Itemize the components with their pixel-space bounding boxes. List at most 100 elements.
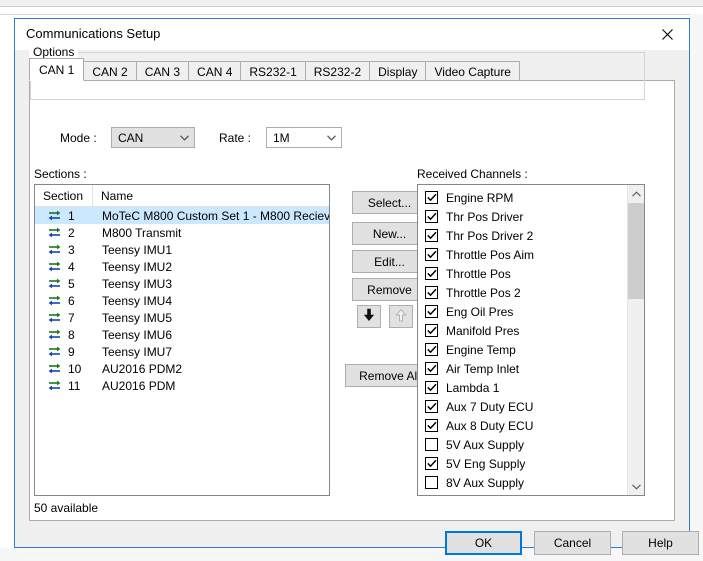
close-icon[interactable]: [645, 19, 689, 49]
checkbox-checked-icon[interactable]: [425, 362, 438, 375]
section-number-cell: 7: [68, 310, 75, 325]
checkbox-checked-icon[interactable]: [425, 381, 438, 394]
list-item[interactable]: Throttle Pos Aim: [418, 245, 626, 264]
scrollbar-thumb[interactable]: [628, 203, 644, 299]
bidirectional-transfer-icon: [35, 294, 65, 307]
channel-label: Manifold Pres: [446, 323, 520, 338]
list-item[interactable]: Eng Oil Pres: [418, 302, 626, 321]
checkbox-checked-icon[interactable]: [425, 286, 438, 299]
tab-can-1[interactable]: CAN 1: [29, 58, 85, 81]
select-button[interactable]: Select...: [352, 191, 427, 214]
list-item[interactable]: Aux 8 Duty ECU: [418, 416, 626, 435]
sections-header-row: Section Name: [35, 185, 329, 207]
table-row[interactable]: 11 AU2016 PDM: [35, 377, 329, 394]
table-row[interactable]: 2 M800 Transmit: [35, 224, 329, 241]
channel-label: 5V Eng Supply: [446, 456, 526, 471]
tab-can-4[interactable]: CAN 4: [188, 61, 242, 81]
channels-scrollbar[interactable]: [627, 185, 644, 495]
title-bar: Communications Setup: [15, 19, 689, 50]
help-button[interactable]: Help: [622, 531, 699, 555]
tab-display[interactable]: Display: [369, 61, 427, 81]
bidirectional-transfer-icon: [35, 243, 65, 256]
sections-label: Sections :: [34, 167, 87, 181]
tab-rs232-1[interactable]: RS232-1: [240, 61, 306, 81]
checkbox-checked-icon[interactable]: [425, 400, 438, 413]
edit-button[interactable]: Edit...: [352, 250, 427, 273]
list-item[interactable]: Aux 7 Duty ECU: [418, 397, 626, 416]
sections-list[interactable]: Section Name 1 MoTeC M800 Custom Set 1 - …: [34, 184, 330, 496]
ok-button[interactable]: OK: [445, 531, 522, 555]
available-count-status: 50 available: [34, 501, 99, 515]
tab-video-capture[interactable]: Video Capture: [425, 61, 520, 81]
checkbox-checked-icon[interactable]: [425, 267, 438, 280]
channel-label: 5V Aux Supply: [446, 437, 525, 452]
list-item[interactable]: Throttle Pos: [418, 264, 626, 283]
section-name-cell: AU2016 PDM2: [102, 361, 183, 376]
list-item[interactable]: Lambda 1: [418, 378, 626, 397]
checkbox-checked-icon[interactable]: [425, 305, 438, 318]
channel-label: Engine Temp: [446, 342, 516, 357]
table-row[interactable]: 10 AU2016 PDM2: [35, 360, 329, 377]
bidirectional-transfer-icon: [35, 362, 65, 375]
table-row[interactable]: 3 Teensy IMU1: [35, 241, 329, 258]
channels-rows-container: Engine RPM Thr Pos Driver Thr Pos Driver 2…: [418, 185, 626, 495]
section-number-cell: 4: [68, 259, 75, 274]
channel-label: Throttle Pos Aim: [446, 247, 535, 262]
remove-button[interactable]: Remove: [352, 278, 427, 301]
table-row[interactable]: 9 Teensy IMU7: [35, 343, 329, 360]
section-name-cell: Teensy IMU3: [102, 276, 173, 291]
checkbox-checked-icon[interactable]: [425, 191, 438, 204]
table-row[interactable]: 6 Teensy IMU4: [35, 292, 329, 309]
move-up-button[interactable]: [389, 305, 413, 328]
section-name-cell: Teensy IMU2: [102, 259, 173, 274]
channel-label: Thr Pos Driver 2: [446, 228, 534, 243]
channel-label: Lambda 1: [446, 380, 500, 395]
mode-label: Mode :: [60, 131, 97, 145]
new-button[interactable]: New...: [352, 222, 427, 245]
cancel-button[interactable]: Cancel: [534, 531, 611, 555]
section-name-cell: Teensy IMU4: [102, 293, 173, 308]
column-header-section[interactable]: Section: [35, 185, 93, 206]
checkbox-unchecked-icon[interactable]: [425, 476, 438, 489]
list-item[interactable]: 5V Eng Supply: [418, 454, 626, 473]
checkbox-checked-icon[interactable]: [425, 419, 438, 432]
move-down-button[interactable]: [357, 305, 381, 328]
tab-can-2[interactable]: CAN 2: [83, 61, 137, 81]
list-item[interactable]: Manifold Pres: [418, 321, 626, 340]
list-item[interactable]: 8V Aux Supply: [418, 473, 626, 492]
table-row[interactable]: 7 Teensy IMU5: [35, 309, 329, 326]
list-item[interactable]: 5V Aux Supply: [418, 435, 626, 454]
checkbox-checked-icon[interactable]: [425, 457, 438, 470]
sections-rows-container: 1 MoTeC M800 Custom Set 1 - M800 Recieve 2…: [35, 207, 329, 394]
section-name-cell: AU2016 PDM: [102, 378, 176, 393]
checkbox-checked-icon[interactable]: [425, 248, 438, 261]
arrow-down-icon: [363, 308, 375, 325]
checkbox-checked-icon[interactable]: [425, 229, 438, 242]
checkbox-checked-icon[interactable]: [425, 343, 438, 356]
mode-dropdown[interactable]: CAN: [111, 127, 195, 148]
checkbox-checked-icon[interactable]: [425, 210, 438, 223]
checkbox-checked-icon[interactable]: [425, 324, 438, 337]
list-item[interactable]: Thr Pos Driver 2: [418, 226, 626, 245]
list-item[interactable]: Throttle Pos 2: [418, 283, 626, 302]
tab-can-3[interactable]: CAN 3: [135, 61, 190, 81]
table-row[interactable]: 1 MoTeC M800 Custom Set 1 - M800 Recieve: [35, 207, 329, 224]
chevron-down-icon[interactable]: [628, 478, 644, 495]
table-row[interactable]: 5 Teensy IMU3: [35, 275, 329, 292]
table-row[interactable]: 8 Teensy IMU6: [35, 326, 329, 343]
chevron-up-icon[interactable]: [628, 185, 644, 202]
column-header-name[interactable]: Name: [93, 185, 329, 206]
list-item[interactable]: Engine Temp: [418, 340, 626, 359]
section-number-cell: 10: [68, 361, 82, 376]
communications-setup-dialog: Communications Setup CAN 1 CAN 2 CAN 3 C…: [14, 18, 699, 555]
table-row[interactable]: 4 Teensy IMU2: [35, 258, 329, 275]
checkbox-unchecked-icon[interactable]: [425, 438, 438, 451]
received-channels-list[interactable]: Engine RPM Thr Pos Driver Thr Pos Driver 2…: [417, 184, 645, 496]
list-item[interactable]: Engine RPM: [418, 188, 626, 207]
tab-rs232-2[interactable]: RS232-2: [304, 61, 371, 81]
rate-dropdown[interactable]: 1M: [266, 127, 342, 148]
list-item[interactable]: Thr Pos Driver: [418, 207, 626, 226]
channel-label: 8V Aux Supply: [446, 475, 525, 490]
list-item[interactable]: Air Temp Inlet: [418, 359, 626, 378]
bidirectional-transfer-icon: [35, 328, 65, 341]
